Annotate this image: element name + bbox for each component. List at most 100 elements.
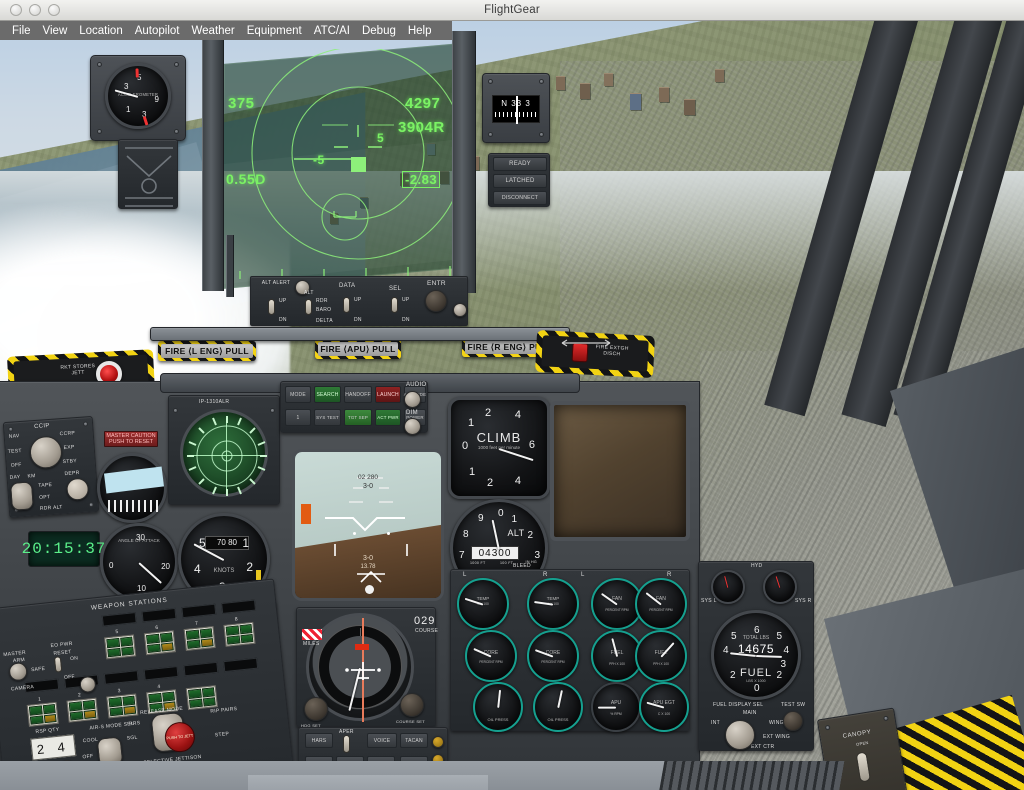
rwr-dim-label: DIM	[406, 410, 418, 416]
depr-knob[interactable]	[65, 477, 90, 501]
master-safe-pos: SAFE	[30, 665, 46, 674]
tacan-button[interactable]: TACAN	[400, 733, 428, 748]
rwr-tgtsep-button[interactable]: TGT SEP	[344, 409, 372, 426]
ready-button[interactable]: READY	[493, 157, 547, 171]
station-number-3: 3	[117, 688, 122, 695]
menu-help[interactable]: Help	[402, 24, 438, 38]
sel-switch[interactable]	[391, 297, 398, 313]
station-cell-3[interactable]	[106, 693, 139, 719]
cell-led	[147, 643, 161, 654]
alt-mode-switch[interactable]	[305, 299, 312, 315]
rwr-dim-knob[interactable]	[404, 418, 421, 435]
menu-debug[interactable]: Debug	[356, 24, 402, 38]
fire-handle-apu[interactable]: FIRE ⟨APU⟩ PULL	[315, 339, 401, 359]
cell-led	[226, 634, 240, 645]
secondary-mode-knob[interactable]	[10, 481, 34, 511]
fuel-tick-3r: 3	[780, 659, 786, 670]
station-cell-2[interactable]	[66, 697, 99, 723]
eo-pwr-switch[interactable]	[53, 656, 63, 673]
pac-lts-knob[interactable]	[79, 675, 97, 694]
menu-location[interactable]: Location	[73, 24, 128, 38]
alt-alert-switch[interactable]	[268, 299, 275, 315]
altimeter-tick-0: 0	[498, 508, 504, 519]
menu-file[interactable]: File	[6, 24, 37, 38]
fuel-tick-5l: 5	[731, 631, 737, 642]
altimeter-tick-7: 7	[459, 550, 465, 561]
fuel-panel[interactable]: HYD SYS L SYS R TOTAL LBS 14675 FUEL LBS…	[698, 561, 814, 751]
rwr-systest-button[interactable]: SYS TEST	[314, 409, 341, 426]
tv-monitor-display[interactable]	[550, 401, 690, 541]
data-switch[interactable]	[343, 297, 350, 313]
hud-altitude: 4297	[405, 95, 441, 112]
alt-alert-up: UP	[279, 298, 287, 304]
rwr-actpwr-button[interactable]: ACT PWR	[375, 409, 401, 426]
cell-led	[159, 632, 173, 643]
rwr-handoff-button[interactable]: HANDOFF	[344, 386, 372, 403]
building	[684, 99, 695, 115]
rwr-search-button[interactable]: SEARCH	[314, 386, 341, 403]
hud-right-pillar	[452, 31, 476, 293]
hud-control-panel[interactable]: ALT ALERT UP DN ALT RDR BARO DELTA DATA …	[250, 276, 468, 326]
adi-turn-ball	[365, 585, 374, 594]
fuel-display-sel-knob[interactable]	[725, 720, 755, 750]
title-bar: FlightGear	[0, 0, 1024, 21]
ldg-indicator[interactable]	[432, 736, 444, 748]
accelerometer-tick-3: 3	[124, 82, 129, 91]
station-cell-5[interactable]	[104, 634, 137, 660]
latch-button-stack[interactable]: READY LATCHED DISCONNECT	[488, 153, 550, 207]
disconnect-button[interactable]: DISCONNECT	[493, 191, 547, 205]
screw	[488, 79, 493, 84]
hsi-course-set-knob[interactable]	[400, 693, 424, 717]
cell-led	[160, 641, 174, 652]
latched-button[interactable]: LATCHED	[493, 174, 547, 188]
station-slot	[101, 612, 137, 627]
aperture-switch[interactable]	[343, 735, 350, 753]
digital-clock: 20:15:37	[22, 531, 105, 567]
mode-off: OFF	[10, 462, 22, 469]
menu-weather[interactable]: Weather	[186, 24, 241, 38]
rwr-mode-button[interactable]: MODE	[285, 386, 311, 403]
screw	[174, 129, 179, 134]
alt-alert-label: ALT ALERT	[261, 280, 291, 286]
data-dn: DN	[354, 317, 362, 323]
screw	[824, 724, 831, 731]
hud-panel-knob-right[interactable]	[453, 303, 467, 317]
fuel-pos-extwing: EXT WING	[763, 734, 791, 740]
hars-button[interactable]: HARS	[305, 733, 333, 748]
canopy-switch[interactable]	[855, 751, 872, 783]
master-arm-knob[interactable]	[8, 661, 29, 682]
hud-pitch-minus: -5	[313, 153, 325, 167]
station-cell-8[interactable]	[223, 621, 256, 647]
fuel-quantity-gauge: TOTAL LBS 14675 FUEL LBS X 1000 0 2 4 5 …	[711, 610, 801, 700]
gauge-name: FAN	[612, 596, 622, 602]
menu-autopilot[interactable]: Autopilot	[129, 24, 186, 38]
entr-knob[interactable]	[425, 290, 447, 312]
weapon-stations-panel[interactable]: WEAPON STATIONS 5 6 7 8 1 2 3 4 RSP QTY …	[0, 578, 297, 790]
armament-mode-knob[interactable]	[28, 435, 64, 470]
screw	[173, 408, 178, 413]
fire-handle-left-engine[interactable]: FIRE ⟨L ENG⟩ PULL	[158, 341, 256, 361]
attitude-director-indicator: 02 280 3-0 3-0 13.78	[292, 449, 444, 601]
master-caution-light[interactable]: MASTER CAUTION PUSH TO RESET	[104, 431, 158, 447]
station-cell-6[interactable]	[143, 630, 176, 656]
station-cell-1[interactable]	[26, 701, 59, 727]
fuel-test-sw-knob[interactable]	[783, 711, 803, 731]
altimeter-tick-8: 8	[463, 529, 469, 540]
fuel-display-sel-label: FUEL DISPLAY SEL	[713, 702, 764, 708]
screw	[82, 421, 89, 427]
vsi-tick-1d: 1	[469, 466, 476, 478]
menu-bar[interactable]: File View Location Autopilot Weather Equ…	[0, 21, 452, 40]
rwr-launch-button[interactable]: LAUNCH	[375, 386, 401, 403]
station-cell-extra[interactable]	[185, 685, 218, 711]
menu-atc-ai[interactable]: ATC/AI	[308, 24, 356, 38]
armament-mode-panel[interactable]: CCIP NAV TEST OFF CCRP EXP STBY DAY Km T…	[2, 415, 100, 519]
rwr-1-button[interactable]: 1	[285, 409, 311, 426]
hud-airspeed: 375	[228, 95, 255, 112]
menu-equipment[interactable]: Equipment	[241, 24, 308, 38]
menu-view[interactable]: View	[37, 24, 74, 38]
hsi-heading-set-knob[interactable]	[304, 697, 328, 721]
voice-button[interactable]: VOICE	[367, 733, 397, 748]
station-cell-7[interactable]	[183, 626, 216, 652]
rsp-qty-counter: 2 4	[30, 734, 77, 761]
rwr-audio-knob[interactable]	[404, 391, 421, 408]
